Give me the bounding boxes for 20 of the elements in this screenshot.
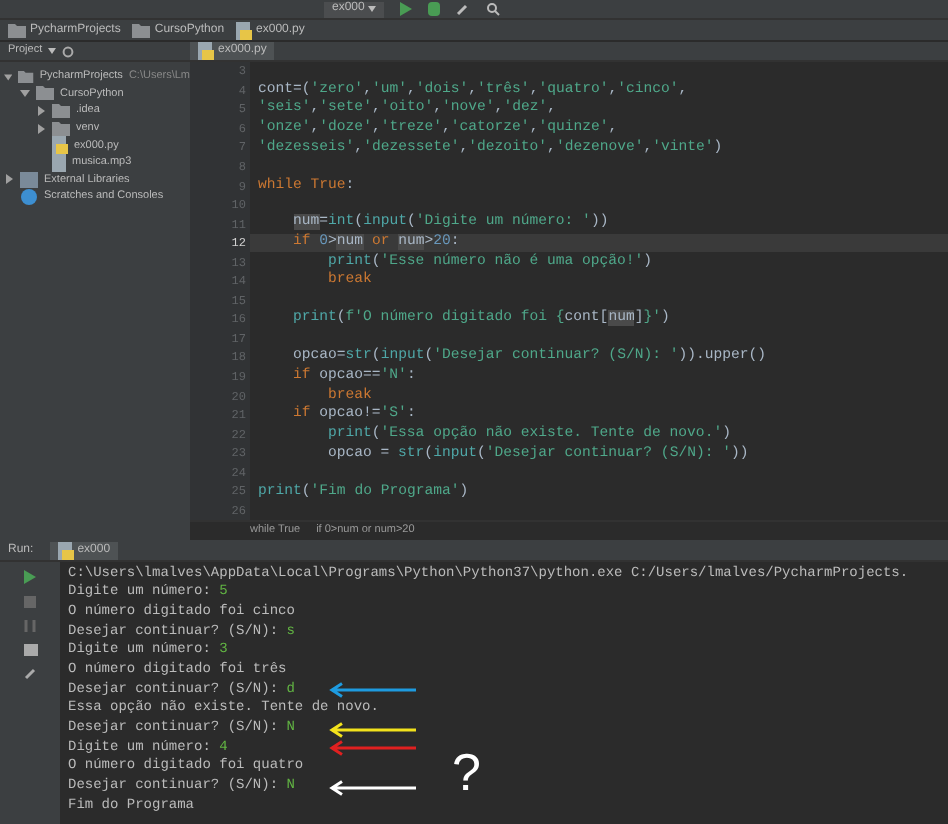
expanded-arrow-icon[interactable]: [20, 88, 30, 99]
caret-icon: [48, 48, 57, 54]
collapsed-arrow-icon[interactable]: [36, 105, 46, 116]
python-file-icon: [57, 541, 74, 559]
rerun-icon[interactable]: [24, 570, 36, 584]
caret-icon: [368, 6, 377, 12]
library-icon: [20, 171, 38, 188]
debug-icon[interactable]: [428, 2, 441, 16]
gear-icon[interactable]: [62, 45, 75, 57]
python-file-icon: [198, 42, 214, 60]
question-mark: ?: [452, 745, 481, 798]
search-icon[interactable]: [486, 2, 501, 16]
python-file-icon: [52, 136, 68, 155]
run-icon[interactable]: [400, 2, 413, 16]
collapsed-arrow-icon[interactable]: [36, 123, 46, 134]
collapsed-arrow-icon[interactable]: [4, 174, 14, 185]
python-file-icon: [236, 21, 253, 39]
expanded-arrow-icon[interactable]: [4, 71, 13, 82]
scratch-icon: [20, 187, 38, 206]
layout-icon[interactable]: [23, 644, 37, 656]
